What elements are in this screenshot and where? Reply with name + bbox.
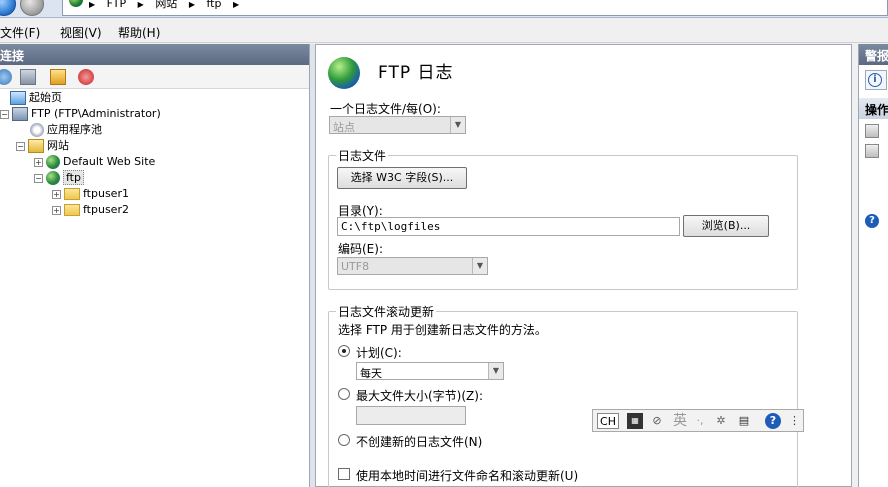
menu-help[interactable]: 帮助(H) <box>118 24 160 41</box>
breadcrumb-item[interactable]: ftp <box>206 0 221 10</box>
folder-icon <box>64 188 80 200</box>
globe-icon <box>46 171 60 185</box>
globe-icon <box>46 155 60 169</box>
back-button[interactable] <box>0 0 16 16</box>
max-size-radio[interactable] <box>338 388 350 400</box>
menu-file[interactable]: 文件(F) <box>0 24 40 41</box>
collapse-icon[interactable]: − <box>16 141 25 151</box>
menu-view[interactable]: 视图(V) <box>60 24 102 41</box>
chevron-down-icon: ▼ <box>488 363 503 379</box>
breadcrumb-item[interactable]: FTP <box>107 0 127 10</box>
chevron-right-icon: ▶ <box>137 0 144 9</box>
actions-panel: 警报 i 操作 ? <box>858 44 888 487</box>
alert-box: i <box>865 70 887 90</box>
globe-icon <box>69 0 83 7</box>
local-time-checkbox[interactable] <box>338 468 350 480</box>
local-time-label: 使用本地时间进行文件命名和滚动更新(U) <box>356 469 579 483</box>
help-icon[interactable]: ? <box>865 214 879 228</box>
forward-button[interactable] <box>20 0 44 16</box>
tree-item[interactable]: + ftpuser2 <box>52 202 129 218</box>
one-log-select: 站点 ▼ <box>329 116 466 134</box>
app-pool-icon <box>30 123 44 137</box>
one-log-label: 一个日志文件/每(O): <box>330 102 441 116</box>
expand-icon[interactable]: + <box>52 205 61 215</box>
address-bar: ▶ FTP ▶ 网站 ▶ ftp ▶ <box>0 0 888 18</box>
no-new-log-radio[interactable] <box>338 434 350 446</box>
sites-icon <box>28 139 44 153</box>
chevron-right-icon: ▶ <box>89 0 96 9</box>
tree-item[interactable]: − FTP (FTP\Administrator) <box>0 106 161 122</box>
save-icon[interactable] <box>20 69 36 85</box>
connections-title: 连接 <box>0 49 25 63</box>
tree-item[interactable]: 应用程序池 <box>30 122 102 138</box>
connections-panel: 连接 起始页 − FTP (FTP\Administrator) 应用程序池 − 网… <box>0 44 310 487</box>
address-field[interactable]: ▶ FTP ▶ 网站 ▶ ftp ▶ <box>62 0 888 16</box>
ftp-globe-icon <box>328 57 360 89</box>
collapse-icon[interactable]: − <box>34 173 43 183</box>
menu-bar: 文件(F) 视图(V) 帮助(H) <box>0 19 888 43</box>
tree-item-selected[interactable]: − ftp <box>34 170 84 186</box>
breadcrumb: ▶ FTP ▶ 网站 ▶ ftp ▶ <box>89 0 247 11</box>
up-folder-icon[interactable] <box>50 69 66 85</box>
select-w3c-fields-button[interactable]: 选择 W3C 字段(S)... <box>337 167 467 189</box>
folder-icon <box>64 204 80 216</box>
schedule-label: 计划(C): <box>356 346 402 360</box>
settings-icon[interactable]: ✲ <box>713 413 729 429</box>
connect-icon[interactable] <box>0 69 12 85</box>
ime-toolbar: CH ▦ ⊘ 英 ·, ✲ ▤ ? ⋮ <box>592 409 804 432</box>
soft-keyboard-icon[interactable]: ▤ <box>735 413 753 429</box>
start-page-icon <box>10 91 26 105</box>
info-icon: i <box>868 73 882 87</box>
rollover-group-title: 日志文件滚动更新 <box>336 303 437 320</box>
schedule-radio[interactable] <box>338 345 350 357</box>
cancel-icon[interactable] <box>865 144 879 158</box>
tree-item[interactable]: + Default Web Site <box>34 154 155 170</box>
chevron-down-icon: ▼ <box>450 117 465 133</box>
expand-icon[interactable]: + <box>52 189 61 199</box>
actions-header: 操作 <box>859 98 888 119</box>
encoding-select: UTF8 ▼ <box>337 257 488 275</box>
chevron-right-icon: ▶ <box>232 0 240 9</box>
chevron-right-icon: ▶ <box>188 0 195 9</box>
connections-toolbar <box>0 65 309 89</box>
directory-input[interactable]: C:\ftp\logfiles <box>337 217 680 236</box>
tree-item[interactable]: + ftpuser1 <box>52 186 129 202</box>
log-file-group-title: 日志文件 <box>336 147 389 164</box>
browse-button[interactable]: 浏览(B)... <box>683 215 769 237</box>
tree-item[interactable]: 起始页 <box>10 90 62 106</box>
apply-icon[interactable] <box>865 124 879 138</box>
tree-item[interactable]: − 网站 <box>16 138 69 154</box>
disconnect-icon[interactable] <box>78 69 94 85</box>
ime-lang-label[interactable]: 英 <box>671 413 689 429</box>
server-icon <box>12 107 28 121</box>
breadcrumb-item[interactable]: 网站 <box>155 0 177 10</box>
max-size-label: 最大文件大小(字节)(Z): <box>356 389 483 403</box>
encoding-label: 编码(E): <box>338 242 383 256</box>
help-icon[interactable]: ? <box>765 413 781 429</box>
connections-header: 连接 <box>0 44 309 65</box>
punctuation-icon[interactable]: ·, <box>693 413 707 429</box>
no-new-log-label: 不创建新的日志文件(N) <box>356 435 483 449</box>
ime-ch-button[interactable]: CH <box>597 413 619 429</box>
ime-menu-icon[interactable]: ⋮ <box>789 413 800 429</box>
schedule-select[interactable]: 每天 ▼ <box>356 362 504 380</box>
expand-icon[interactable]: + <box>34 157 43 167</box>
rollover-description: 选择 FTP 用于创建新日志文件的方法。 <box>338 323 547 337</box>
no-icon[interactable]: ⊘ <box>649 413 665 429</box>
page-title: FTP 日志 <box>378 63 454 83</box>
keyboard-icon[interactable]: ▦ <box>627 413 643 429</box>
collapse-icon[interactable]: − <box>0 109 9 119</box>
max-size-input <box>356 406 466 425</box>
chevron-down-icon: ▼ <box>472 258 487 274</box>
alerts-header: 警报 <box>859 44 888 65</box>
